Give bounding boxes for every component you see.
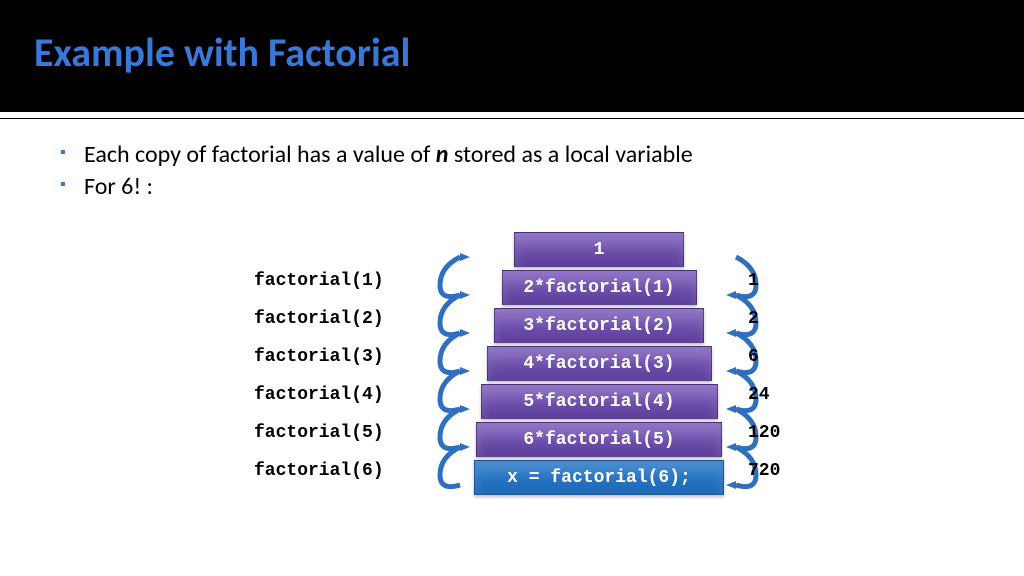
right-value: 1 bbox=[748, 262, 818, 300]
stack-layer: 1 bbox=[514, 232, 684, 267]
stack-layer: 6*factorial(5) bbox=[476, 422, 722, 457]
bullet-2-text: For 6! : bbox=[84, 172, 153, 201]
stack-layer-bottom: x = factorial(6); bbox=[474, 460, 724, 495]
content: Each copy of factorial has a value of n … bbox=[0, 119, 1024, 204]
right-value: 720 bbox=[748, 452, 818, 490]
left-label: factorial(2) bbox=[254, 300, 410, 338]
right-value: 2 bbox=[748, 300, 818, 338]
right-value: 6 bbox=[748, 338, 818, 376]
arrow-left-icon bbox=[432, 237, 472, 497]
stack-layer: 2*factorial(1) bbox=[502, 270, 697, 305]
bullet-1-suffix: stored as a local variable bbox=[448, 140, 692, 169]
stack-layer: 3*factorial(2) bbox=[494, 308, 704, 343]
left-labels: factorial(1) factorial(2) factorial(3) f… bbox=[254, 262, 410, 490]
stack: 1 2*factorial(1) 3*factorial(2) 4*factor… bbox=[474, 232, 724, 498]
left-label: factorial(1) bbox=[254, 262, 410, 300]
bullet-1-prefix: Each copy of factorial has a value of bbox=[84, 140, 436, 169]
left-label: factorial(4) bbox=[254, 376, 410, 414]
left-label: factorial(3) bbox=[254, 338, 410, 376]
title-bar: Example with Factorial bbox=[0, 0, 1024, 112]
bullet-1: Each copy of factorial has a value of n … bbox=[60, 139, 964, 171]
bullet-2: For 6! : bbox=[60, 171, 964, 203]
slide-title: Example with Factorial bbox=[34, 28, 990, 77]
right-value: 24 bbox=[748, 376, 818, 414]
left-label: factorial(5) bbox=[254, 414, 410, 452]
stack-layer: 4*factorial(3) bbox=[487, 346, 712, 381]
bullet-1-bold: n bbox=[436, 140, 449, 169]
left-label: factorial(6) bbox=[254, 452, 410, 490]
stack-layer: 5*factorial(4) bbox=[481, 384, 718, 419]
right-value: 120 bbox=[748, 414, 818, 452]
right-values: 1 2 6 24 120 720 bbox=[748, 262, 818, 490]
